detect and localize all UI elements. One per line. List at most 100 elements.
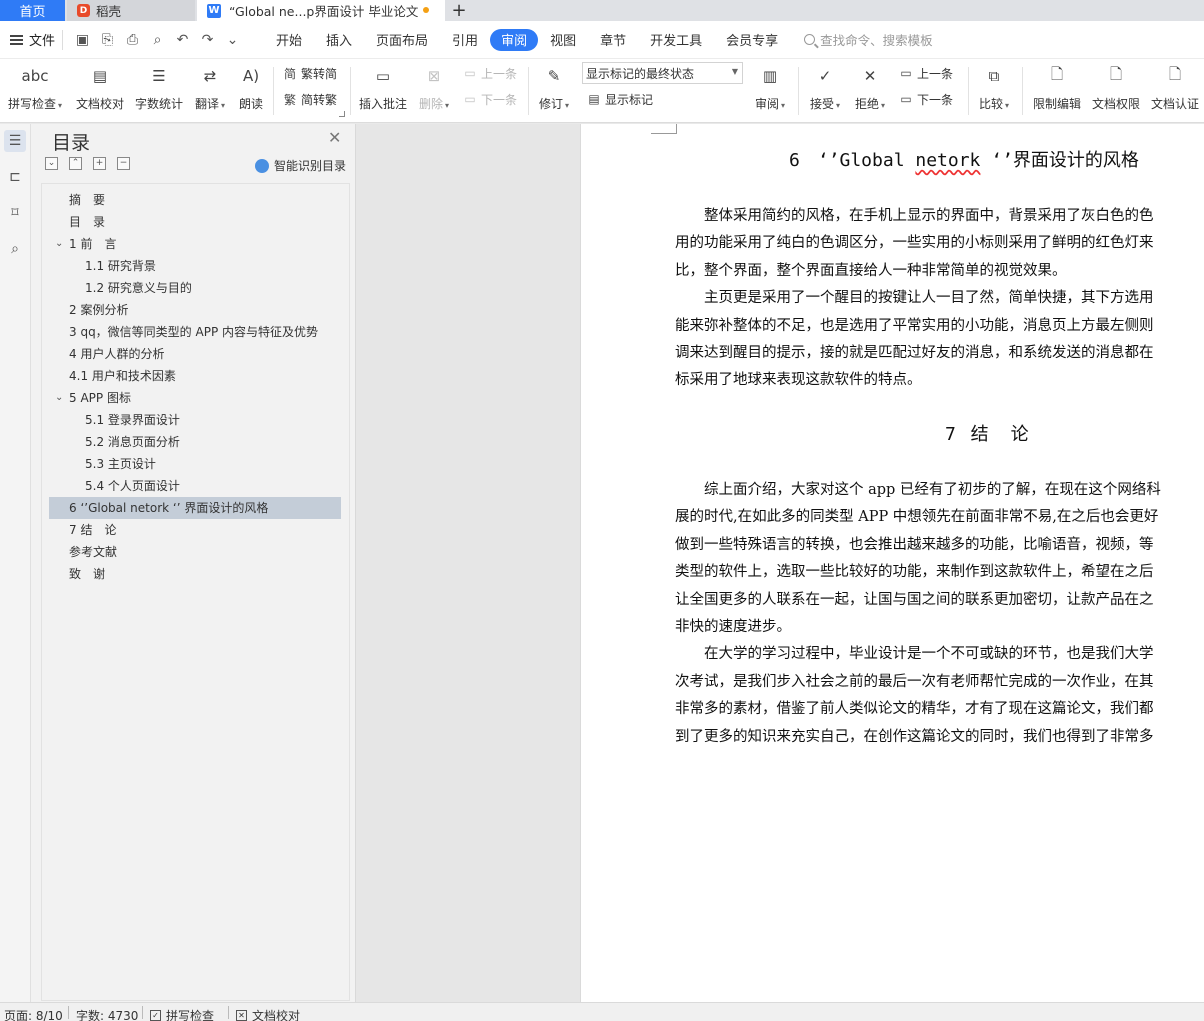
toc-item[interactable]: 5.2 消息页面分析 — [85, 431, 180, 453]
tab-bar: 首页 D 稻壳 W “Global ne...p界面设计 毕业论文 + — [0, 0, 1204, 21]
doc-proof-status-icon: ✕ — [236, 1010, 247, 1021]
document-page[interactable]: 6 ‘’Global netork ‘’界面设计的风格 整体采用简约的风格，在手… — [580, 124, 1204, 1002]
unsaved-dot-icon — [423, 7, 429, 13]
chevron-down-icon[interactable]: ⌄ — [55, 233, 63, 255]
next-comment-button[interactable]: ▭ 下一条 — [462, 89, 517, 109]
spell-check-icon: abc — [21, 67, 49, 85]
toc-item[interactable]: 致 谢 — [69, 563, 105, 585]
prev-comment-button[interactable]: ▭ 上一条 — [462, 63, 517, 83]
toc-item[interactable]: 5.3 主页设计 — [85, 453, 156, 475]
undo-icon[interactable]: ↶ — [171, 32, 194, 48]
document-text-line: 用的功能采用了纯白的色调区分，一些实用的小标则采用了鲜明的红色灯来 — [675, 235, 1154, 252]
toc-item[interactable]: 5.4 个人页面设计 — [85, 475, 180, 497]
toc-item[interactable]: 目 录 — [69, 211, 105, 233]
toc-item[interactable]: 1.2 研究意义与目的 — [85, 277, 192, 299]
toc-item[interactable]: 7 结 论 — [69, 519, 116, 541]
menu-burger-icon — [10, 34, 23, 45]
tab-daoke[interactable]: D 稻壳 — [67, 0, 195, 21]
trad-to-simp-button[interactable]: 简 繁转简 — [282, 63, 337, 83]
translate-button[interactable]: ⇄ 翻译 — [192, 59, 228, 112]
document-text-line: 调来达到醒目的提示，接的就是匹配过好友的消息，和系统发送的消息都在 — [675, 345, 1154, 361]
save-icon[interactable]: ▣ — [71, 32, 94, 48]
track-changes-button[interactable]: ✎ 修订 — [536, 59, 572, 112]
file-menu[interactable]: 文件 — [0, 30, 62, 49]
menu-tab[interactable]: 插入 — [314, 29, 364, 51]
expand-all-icon[interactable]: ⌄ — [45, 157, 58, 170]
menu-tab[interactable]: 章节 — [588, 29, 638, 51]
delete-comment-button[interactable]: ⊠ 删除 — [416, 59, 452, 112]
toc-item[interactable]: ⌄ 1 前 言 — [55, 233, 116, 255]
export-pdf-icon[interactable]: ⎘ — [96, 32, 119, 48]
read-aloud-button[interactable]: A) 朗读 — [236, 59, 266, 112]
toc-item[interactable]: 4 用户人群的分析 — [69, 343, 164, 365]
menu-tab[interactable]: 会员专享 — [714, 29, 790, 51]
document-text-line: 展的时代,在如此多的同类型 APP 中想领先在前面非常不易,在之后也会更好 — [675, 509, 1159, 526]
doc-certify-button[interactable]: 🗋 文档认证 — [1149, 59, 1201, 112]
next-change-button[interactable]: ▭ 下一条 — [898, 89, 953, 109]
prev-change-button[interactable]: ▭ 上一条 — [898, 63, 953, 83]
spell-check-button[interactable]: abc 拼写检查 — [6, 59, 64, 112]
insert-comment-icon: ▭ — [375, 67, 391, 85]
menu-tab[interactable]: 引用 — [440, 29, 490, 51]
status-doc-proof[interactable]: ✕ 文档校对 — [236, 1007, 300, 1021]
smart-detect-toc-button[interactable]: 智能识别目录 — [255, 157, 346, 174]
chapter-nav-icon[interactable]: ⊏ — [4, 166, 26, 188]
close-icon[interactable]: ✕ — [328, 128, 341, 147]
menu-tab[interactable]: 开发工具 — [638, 29, 714, 51]
customize-chevron-down-icon[interactable]: ⌄ — [221, 32, 244, 48]
doc-proof-button[interactable]: ▤ 文档校对 — [74, 59, 126, 112]
remove-heading-icon[interactable]: − — [117, 157, 130, 170]
new-tab-button[interactable]: + — [445, 0, 473, 21]
insert-comment-button[interactable]: ▭ 插入批注 — [357, 59, 409, 112]
toc-item[interactable]: 摘 要 — [69, 189, 105, 211]
tab-home[interactable]: 首页 — [0, 0, 65, 21]
menu-tab[interactable]: 审阅 — [490, 28, 539, 51]
markup-mode-value: 显示标记的最终状态 — [586, 66, 695, 81]
reject-button[interactable]: ✕ 拒绝 — [852, 59, 888, 112]
review-ribbon: abc 拼写检查 ▤ 文档校对 ☰ 字数统计 ⇄ 翻译 A) 朗读 简 繁转简 … — [0, 59, 1204, 123]
search-icon[interactable]: ⌕ — [4, 238, 26, 260]
print-preview-icon[interactable]: ⌕ — [146, 32, 169, 48]
accept-button[interactable]: ✓ 接受 — [806, 59, 844, 112]
collapse-all-icon[interactable]: ⌃ — [69, 157, 82, 170]
status-spell-check[interactable]: ✓ 拼写检查 — [150, 1007, 214, 1021]
doc-permission-button[interactable]: 🗋 文档权限 — [1090, 59, 1142, 112]
toc-item[interactable]: 参考文献 — [69, 541, 117, 563]
tab-document[interactable]: W “Global ne...p界面设计 毕业论文 — [197, 0, 445, 21]
bookmark-icon[interactable]: ⌑ — [4, 202, 26, 224]
checkbox-checked-icon: ✓ — [150, 1010, 161, 1021]
smart-detect-label: 智能识别目录 — [274, 159, 347, 173]
toc-item[interactable]: 1.1 研究背景 — [85, 255, 156, 277]
toc-item[interactable]: 3 qq，微信等同类型的 APP 内容与特征及优势 — [69, 321, 318, 343]
menu-tab[interactable]: 开始 — [264, 29, 314, 51]
translate-label: 翻译 — [195, 95, 225, 112]
certify-doc-icon: 🗋 — [1168, 64, 1182, 83]
word-count-button[interactable]: ☰ 字数统计 — [134, 59, 184, 112]
file-menu-label: 文件 — [29, 34, 56, 49]
add-heading-icon[interactable]: + — [93, 157, 106, 170]
print-icon[interactable]: ⎙ — [121, 32, 144, 48]
review-pane-button[interactable]: ▥ 审阅 — [752, 59, 788, 112]
page-indicator[interactable]: 页面: 8/10 — [4, 1007, 63, 1021]
command-search[interactable]: 查找命令、搜索模板 — [804, 30, 933, 49]
dialog-launcher-icon[interactable] — [339, 111, 345, 117]
toc-nav-icon[interactable]: ☰ — [4, 130, 26, 152]
compare-button[interactable]: ⧉ 比较 — [975, 59, 1013, 112]
chevron-down-icon[interactable]: ⌄ — [55, 387, 63, 409]
menu-tab[interactable]: 页面布局 — [364, 29, 440, 51]
toc-item[interactable]: 2 案例分析 — [69, 299, 128, 321]
restrict-edit-button[interactable]: 🗋 限制编辑 — [1031, 59, 1083, 112]
redo-icon[interactable]: ↷ — [196, 32, 219, 48]
markup-mode-select[interactable]: 显示标记的最终状态 ▼ — [582, 62, 743, 84]
menu-tab[interactable]: 视图 — [538, 29, 588, 51]
show-markup-button[interactable]: ▤ 显示标记 — [586, 89, 653, 109]
toc-item[interactable]: 4.1 用户和技术因素 — [69, 365, 176, 387]
toc-item[interactable]: 6 ‘’Global netork ‘’ 界面设计的风格 — [49, 497, 341, 519]
simp-to-trad-button[interactable]: 繁 简转繁 — [282, 89, 337, 109]
read-aloud-icon: A) — [242, 67, 260, 85]
toc-item[interactable]: 5.1 登录界面设计 — [85, 409, 180, 431]
word-count-indicator[interactable]: 字数: 4730 — [76, 1007, 138, 1021]
command-search-placeholder: 查找命令、搜索模板 — [820, 33, 933, 48]
toc-item[interactable]: ⌄ 5 APP 图标 — [55, 387, 131, 409]
prev-comment-icon: ▭ — [464, 66, 476, 80]
